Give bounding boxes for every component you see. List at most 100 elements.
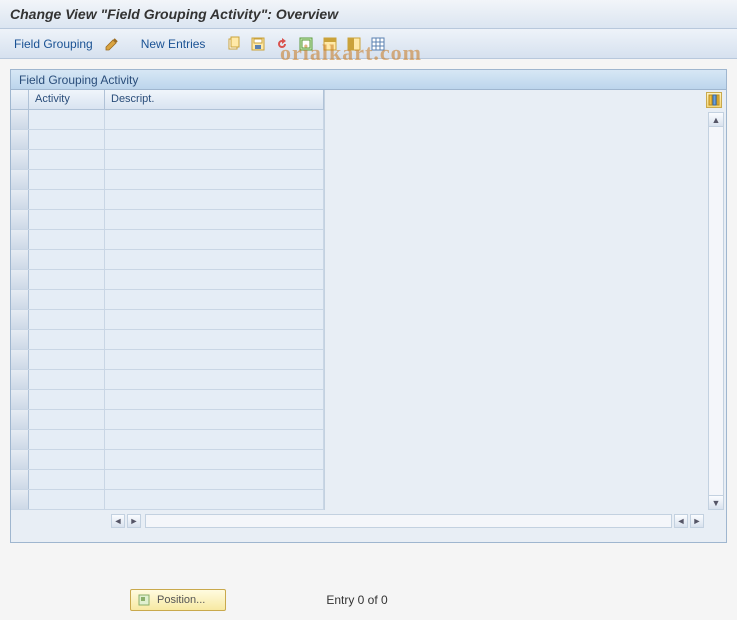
row-handle[interactable] xyxy=(11,150,29,169)
row-handle[interactable] xyxy=(11,390,29,409)
cell-activity[interactable] xyxy=(29,490,105,509)
cell-activity[interactable] xyxy=(29,450,105,469)
cell-activity[interactable] xyxy=(29,130,105,149)
cell-activity[interactable] xyxy=(29,230,105,249)
cell-descript[interactable] xyxy=(105,130,324,149)
cell-descript[interactable] xyxy=(105,390,324,409)
cell-activity[interactable] xyxy=(29,270,105,289)
cell-activity[interactable] xyxy=(29,210,105,229)
row-handle[interactable] xyxy=(11,370,29,389)
cell-activity[interactable] xyxy=(29,190,105,209)
table-row[interactable] xyxy=(11,170,324,190)
cell-activity[interactable] xyxy=(29,390,105,409)
table-row[interactable] xyxy=(11,310,324,330)
select-block-icon[interactable] xyxy=(321,35,339,53)
scroll-up-icon[interactable]: ▲ xyxy=(709,113,723,127)
scroll-right-icon[interactable]: ► xyxy=(127,514,141,528)
table-row[interactable] xyxy=(11,270,324,290)
table-settings-icon[interactable] xyxy=(369,35,387,53)
position-button[interactable]: Position... xyxy=(130,589,226,611)
row-handle-header[interactable] xyxy=(11,90,29,109)
cell-descript[interactable] xyxy=(105,430,324,449)
row-handle[interactable] xyxy=(11,190,29,209)
cell-descript[interactable] xyxy=(105,110,324,129)
table-row[interactable] xyxy=(11,130,324,150)
cell-descript[interactable] xyxy=(105,250,324,269)
cell-descript[interactable] xyxy=(105,490,324,509)
cell-descript[interactable] xyxy=(105,270,324,289)
row-handle[interactable] xyxy=(11,290,29,309)
row-handle[interactable] xyxy=(11,110,29,129)
column-header-descript[interactable]: Descript. xyxy=(105,90,324,109)
table-row[interactable] xyxy=(11,410,324,430)
cell-descript[interactable] xyxy=(105,410,324,429)
deselect-icon[interactable] xyxy=(345,35,363,53)
cell-descript[interactable] xyxy=(105,370,324,389)
row-handle[interactable] xyxy=(11,430,29,449)
row-handle[interactable] xyxy=(11,330,29,349)
configure-columns-icon[interactable] xyxy=(706,92,722,108)
horizontal-scroll-track[interactable] xyxy=(145,514,672,528)
table-row[interactable] xyxy=(11,450,324,470)
table-row[interactable] xyxy=(11,230,324,250)
cell-descript[interactable] xyxy=(105,190,324,209)
row-handle[interactable] xyxy=(11,350,29,369)
table-row[interactable] xyxy=(11,390,324,410)
table-row[interactable] xyxy=(11,490,324,510)
cell-activity[interactable] xyxy=(29,470,105,489)
table-row[interactable] xyxy=(11,190,324,210)
pencil-icon[interactable] xyxy=(103,35,121,53)
cell-activity[interactable] xyxy=(29,330,105,349)
table-row[interactable] xyxy=(11,250,324,270)
row-handle[interactable] xyxy=(11,450,29,469)
cell-activity[interactable] xyxy=(29,290,105,309)
cell-activity[interactable] xyxy=(29,150,105,169)
table-row[interactable] xyxy=(11,430,324,450)
vertical-scrollbar[interactable]: ▲ ▼ xyxy=(708,112,724,510)
cell-activity[interactable] xyxy=(29,250,105,269)
cell-activity[interactable] xyxy=(29,310,105,329)
cell-activity[interactable] xyxy=(29,170,105,189)
cell-descript[interactable] xyxy=(105,450,324,469)
row-handle[interactable] xyxy=(11,210,29,229)
scroll-right-end-icon[interactable]: ► xyxy=(690,514,704,528)
table-row[interactable] xyxy=(11,370,324,390)
new-entries-button[interactable]: New Entries xyxy=(137,35,210,53)
select-all-icon[interactable] xyxy=(297,35,315,53)
row-handle[interactable] xyxy=(11,310,29,329)
row-handle[interactable] xyxy=(11,230,29,249)
cell-activity[interactable] xyxy=(29,370,105,389)
cell-descript[interactable] xyxy=(105,290,324,309)
scroll-down-icon[interactable]: ▼ xyxy=(709,495,723,509)
save-icon[interactable] xyxy=(249,35,267,53)
cell-activity[interactable] xyxy=(29,110,105,129)
cell-descript[interactable] xyxy=(105,470,324,489)
row-handle[interactable] xyxy=(11,490,29,509)
table-row[interactable] xyxy=(11,330,324,350)
cell-activity[interactable] xyxy=(29,430,105,449)
table-row[interactable] xyxy=(11,110,324,130)
row-handle[interactable] xyxy=(11,250,29,269)
table-row[interactable] xyxy=(11,290,324,310)
table-row[interactable] xyxy=(11,210,324,230)
row-handle[interactable] xyxy=(11,270,29,289)
row-handle[interactable] xyxy=(11,410,29,429)
cell-descript[interactable] xyxy=(105,350,324,369)
table-row[interactable] xyxy=(11,150,324,170)
cell-descript[interactable] xyxy=(105,330,324,349)
row-handle[interactable] xyxy=(11,170,29,189)
cell-activity[interactable] xyxy=(29,350,105,369)
scroll-left-icon[interactable]: ◄ xyxy=(111,514,125,528)
cell-activity[interactable] xyxy=(29,410,105,429)
cell-descript[interactable] xyxy=(105,230,324,249)
undo-icon[interactable] xyxy=(273,35,291,53)
row-handle[interactable] xyxy=(11,470,29,489)
column-header-activity[interactable]: Activity xyxy=(29,90,105,109)
copy-icon[interactable] xyxy=(225,35,243,53)
cell-descript[interactable] xyxy=(105,210,324,229)
table-row[interactable] xyxy=(11,470,324,490)
cell-descript[interactable] xyxy=(105,310,324,329)
cell-descript[interactable] xyxy=(105,170,324,189)
scroll-left-end-icon[interactable]: ◄ xyxy=(674,514,688,528)
table-row[interactable] xyxy=(11,350,324,370)
